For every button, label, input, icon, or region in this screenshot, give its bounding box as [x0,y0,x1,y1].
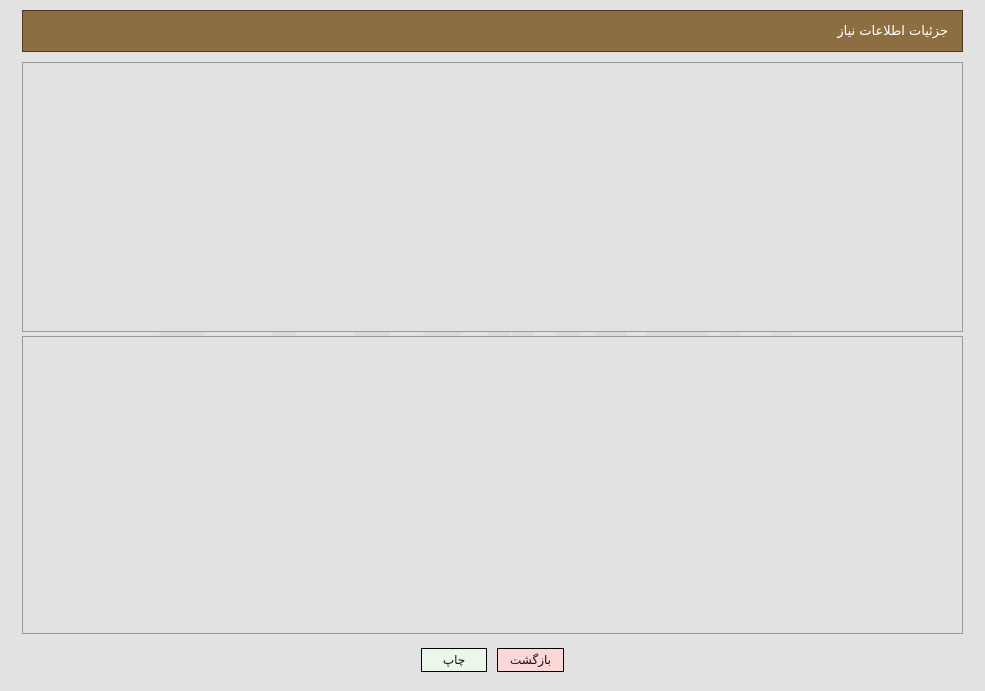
page-title: جزئیات اطلاعات نیاز [837,23,948,39]
page-header: جزئیات اطلاعات نیاز [22,10,963,52]
service-details-panel [22,336,963,634]
need-info-panel [22,62,963,332]
print-button[interactable]: چاپ [421,648,487,672]
back-button[interactable]: بازگشت [497,648,564,672]
footer-button-bar: بازگشت چاپ [0,648,985,672]
